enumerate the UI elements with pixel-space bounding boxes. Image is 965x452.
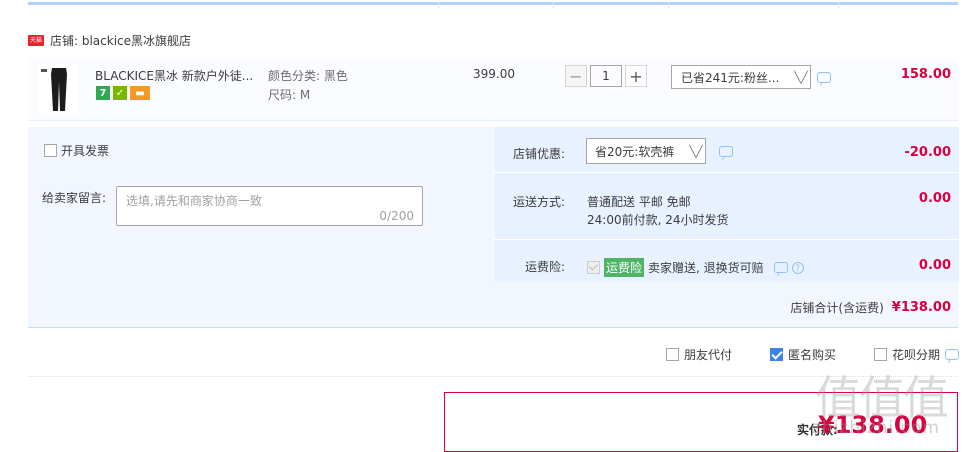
quantity-input[interactable]: 1	[590, 65, 622, 87]
sku-size: 尺码: M	[268, 88, 311, 102]
shield-icon[interactable]: ✓	[113, 86, 127, 100]
shipping-amount: 0.00	[918, 191, 951, 206]
service-badges: 7 ✓ ▬	[96, 86, 150, 100]
huabei-option[interactable]: 花呗分期	[874, 346, 960, 363]
header-sep	[553, 2, 554, 8]
help-icon[interactable]: ?	[791, 261, 804, 274]
order-options: 开具发票 给卖家留言: 选填,请先和商家协商一致 0/200 店铺优惠: 省20…	[28, 127, 959, 328]
insurance-label: 运费险:	[525, 260, 566, 274]
coupon-amount: -20.00	[904, 145, 951, 160]
increase-button[interactable]: +	[625, 65, 647, 87]
product-title[interactable]: BLACKICE黑冰 新款户外徒...	[95, 67, 260, 84]
chat-bubble-icon[interactable]	[773, 262, 788, 273]
friend-pay-checkbox[interactable]	[666, 348, 679, 361]
chevron-down-icon: ╲╱	[689, 144, 703, 158]
item-promo-select[interactable]: 已省241元:粉丝... ╲╱	[671, 65, 811, 89]
huabei-checkbox[interactable]	[874, 348, 887, 361]
memo-textarea[interactable]: 选填,请先和商家协商一致 0/200	[116, 186, 423, 226]
anonymous-label: 匿名购买	[788, 348, 837, 362]
shop-name[interactable]: 店铺: blackice黑冰旗舰店	[50, 32, 191, 49]
shipping-note: 24:00前付款, 24小时发货	[587, 213, 729, 227]
invoice-checkbox[interactable]	[44, 144, 57, 157]
insurance-amount: 0.00	[918, 258, 951, 273]
decrease-button[interactable]: −	[565, 65, 587, 87]
anonymous-checkbox[interactable]	[770, 348, 783, 361]
chat-bubble-icon[interactable]	[719, 146, 733, 157]
coupon-select[interactable]: 省20元:软壳裤 ╲╱	[586, 138, 706, 164]
memo-placeholder: 选填,请先和商家协商一致	[126, 194, 262, 208]
coupon-label: 店铺优惠:	[513, 147, 566, 161]
shop-total-label: 店铺合计(含运费)	[790, 301, 884, 315]
sku-color: 颜色分类: 黑色	[268, 69, 348, 83]
shop-total: 店铺合计(含运费) ¥138.00	[790, 299, 951, 316]
chevron-down-icon: ╲╱	[794, 70, 808, 84]
memo-char-count: 0/200	[379, 209, 414, 223]
memo-label: 给卖家留言:	[42, 191, 107, 205]
friend-pay-option[interactable]: 朋友代付	[666, 346, 732, 363]
header-sep	[838, 2, 839, 8]
huabei-label: 花呗分期	[892, 348, 941, 362]
shipping-method: 普通配送 平邮 免邮	[587, 195, 691, 209]
watermark-url: zhizhizhi.com	[812, 418, 940, 438]
seven-day-return-icon[interactable]: 7	[96, 86, 110, 100]
unit-price: 399.00	[473, 67, 515, 81]
friend-pay-label: 朋友代付	[684, 348, 733, 362]
coupon-selected: 省20元:软壳裤	[595, 144, 675, 159]
invoice-option[interactable]: 开具发票	[44, 142, 109, 159]
tmall-icon: 天猫	[28, 34, 44, 46]
insurance-option: 运费险 卖家赠送, 退换货可赔 ?	[587, 258, 804, 277]
chat-bubble-icon[interactable]	[945, 349, 960, 360]
chat-bubble-icon[interactable]	[817, 72, 831, 83]
product-thumbnail[interactable]	[38, 64, 78, 114]
order-item-row: BLACKICE黑冰 新款户外徒... 7 ✓ ▬ 颜色分类: 黑色 尺码: M…	[28, 58, 958, 121]
header-divider	[28, 2, 958, 8]
promo-selected: 已省241元:粉丝...	[681, 70, 780, 85]
insurance-checkbox	[587, 261, 600, 274]
shop-header: 天猫 店铺: blackice黑冰旗舰店	[28, 31, 191, 49]
header-sep	[668, 2, 669, 8]
insurance-text: 卖家赠送, 退换货可赔	[648, 261, 764, 275]
insurance-tag: 运费险	[604, 258, 645, 277]
credit-card-icon[interactable]: ▬	[130, 86, 150, 100]
header-sep	[438, 2, 439, 8]
invoice-label: 开具发票	[61, 144, 110, 158]
anonymous-option[interactable]: 匿名购买	[770, 346, 836, 363]
divider	[494, 172, 959, 173]
shipping-label: 运送方式:	[513, 195, 566, 209]
item-total: 158.00	[900, 67, 951, 82]
shop-total-value: ¥138.00	[891, 300, 951, 315]
divider	[494, 239, 959, 240]
quantity-stepper: − 1 +	[565, 65, 647, 87]
